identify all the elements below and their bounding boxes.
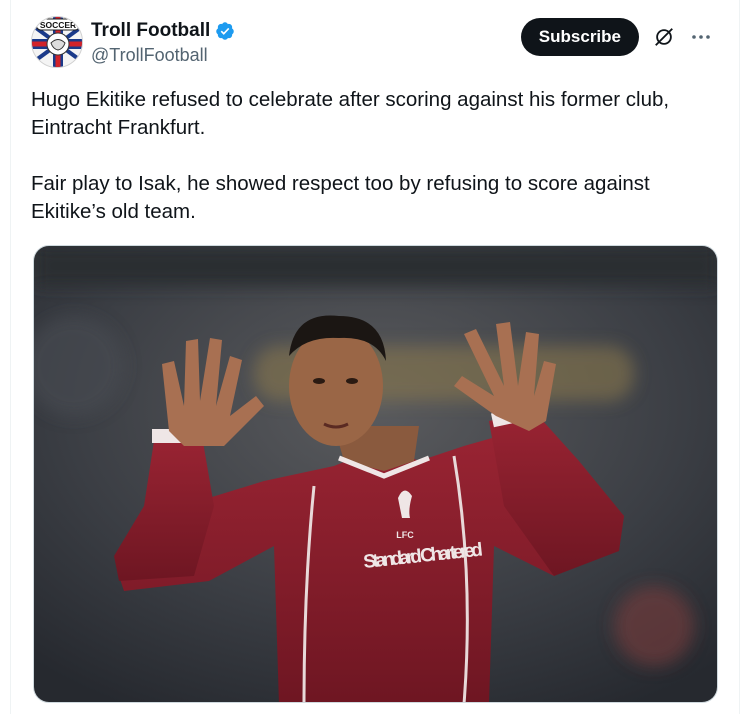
author-handle[interactable]: @TrollFootball [91, 45, 235, 66]
avatar-text: SOCCER [40, 20, 76, 30]
tweet-card: SOCCER Troll Football @TrollFootball Sub… [10, 0, 740, 714]
avatar[interactable]: SOCCER [31, 16, 83, 68]
subscribe-button[interactable]: Subscribe [520, 18, 639, 56]
more-icon[interactable] [689, 26, 713, 48]
grok-icon[interactable] [653, 26, 675, 48]
display-name[interactable]: Troll Football [91, 20, 210, 42]
tweet-header: SOCCER Troll Football @TrollFootball Sub… [31, 14, 723, 72]
tweet-paragraph-1: Hugo Ekitike refused to celebrate after … [31, 88, 670, 139]
tweet-paragraph-2: Fair play to Isak, he showed respect too… [31, 172, 650, 223]
footballer-photo: LFC Standard Chartered [34, 246, 717, 702]
avatar-logo: SOCCER [32, 17, 82, 67]
tweet-text: Hugo Ekitike refused to celebrate after … [31, 86, 721, 226]
tweet-photo[interactable]: LFC Standard Chartered [33, 245, 718, 703]
author-names: Troll Football @TrollFootball [91, 18, 235, 66]
svg-text:LFC: LFC [396, 530, 414, 540]
verified-badge-icon [215, 21, 235, 41]
